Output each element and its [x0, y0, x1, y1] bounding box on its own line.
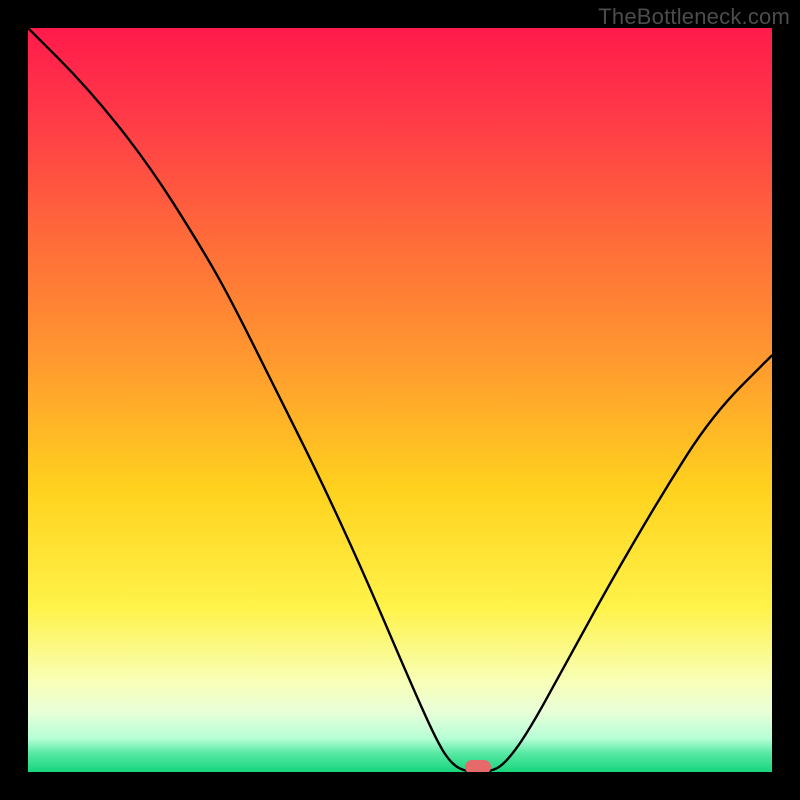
optimal-marker	[465, 760, 491, 772]
plot-area	[28, 28, 772, 772]
bottleneck-curve	[28, 28, 772, 772]
chart-frame: TheBottleneck.com	[0, 0, 800, 800]
watermark-text: TheBottleneck.com	[598, 4, 790, 30]
